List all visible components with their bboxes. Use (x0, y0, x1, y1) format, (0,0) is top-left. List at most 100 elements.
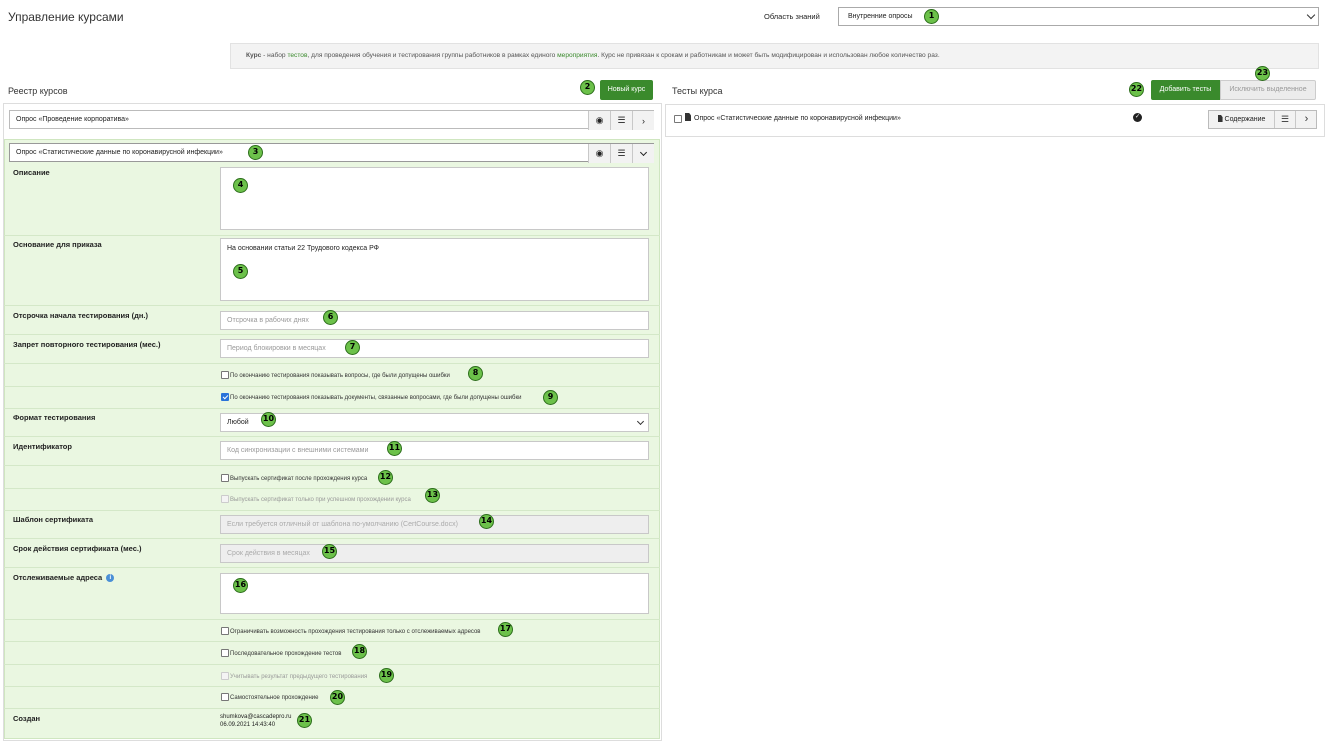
add-tests-button[interactable]: Добавить тесты (1151, 80, 1220, 100)
show-mistakes-label: По окончанию тестирования показывать воп… (230, 373, 450, 379)
chevron-down-icon (1306, 10, 1316, 20)
knowledge-area-select[interactable]: Внутренние опросы (838, 7, 1319, 26)
show-docs-checkbox[interactable] (221, 393, 229, 401)
cert-template-label: Шаблон сертификата (13, 515, 94, 524)
document-icon: ☰ (1280, 114, 1290, 124)
tests-title: Тесты курса (672, 86, 723, 96)
course-row-selected[interactable]: Опрос «Статистические данные по коронави… (9, 143, 654, 163)
order-basis-field[interactable]: На основании статьи 22 Трудового кодекса… (220, 238, 649, 301)
content-button[interactable]: Содержание (1209, 111, 1275, 128)
doc-button[interactable]: ☰ (610, 111, 632, 130)
collapse-button[interactable] (632, 144, 654, 163)
annotation-badge: 21 (297, 713, 312, 728)
annotation-badge: 2 (580, 80, 595, 95)
info-text-2: , для проведения обучения и тестирования… (307, 52, 558, 59)
identifier-input[interactable]: Код синхронизации с внешними системами (220, 441, 649, 460)
show-mistakes-checkbox[interactable] (221, 371, 229, 379)
tracked-addresses-label: Отслеживаемые адреса i (13, 573, 115, 583)
annotation-badge: 18 (352, 644, 367, 659)
show-docs-label: По окончанию тестирования показывать док… (230, 395, 522, 401)
created-label: Создан (13, 714, 41, 723)
doc-button[interactable]: ☰ (610, 144, 632, 163)
format-value: Любой (227, 419, 249, 426)
new-course-button[interactable]: Новый курс (600, 80, 653, 100)
document-icon: ☰ (617, 115, 626, 125)
test-select-checkbox[interactable] (674, 115, 682, 123)
retest-ban-input[interactable]: Период блокировки в месяцах (220, 339, 649, 358)
chevron-right-icon: › (1304, 113, 1309, 125)
consider-previous-checkbox[interactable] (221, 672, 229, 680)
registry-title: Реестр курсов (8, 86, 68, 96)
info-text-1: - набор (261, 52, 288, 59)
expand-button[interactable]: › (632, 111, 654, 130)
divider (4, 465, 660, 466)
tracked-addresses-field[interactable] (220, 573, 649, 614)
description-label: Описание (13, 168, 50, 177)
format-label: Формат тестирования (13, 413, 96, 422)
cert-success-checkbox[interactable] (221, 495, 229, 503)
restrict-addresses-label: Ограничивать возможность прохождения тес… (230, 629, 481, 635)
test-name: Опрос «Статистические данные по коронави… (694, 115, 901, 122)
eye-icon: ◉ (595, 115, 604, 125)
annotation-badge: 4 (233, 178, 248, 193)
divider (4, 619, 660, 620)
divider (4, 708, 660, 709)
annotation-badge: 16 (233, 578, 248, 593)
annotation-badge: 5 (233, 264, 248, 279)
consider-previous-label: Учитывать результат предыдущего тестиров… (230, 674, 368, 680)
delay-input[interactable]: Отсрочка в рабочих днях (220, 311, 649, 330)
divider (4, 567, 660, 568)
course-row[interactable]: Опрос «Проведение корпоратива» ◉ ☰ › (9, 110, 654, 130)
sequential-checkbox[interactable] (221, 649, 229, 657)
cert-issue-label: Выпускать сертификат после прохождения к… (230, 476, 368, 482)
order-basis-label: Основание для приказа (13, 240, 102, 249)
chevron-right-icon: › (642, 115, 645, 126)
description-field[interactable] (220, 167, 649, 230)
annotation-badge: 11 (387, 441, 402, 456)
format-select[interactable]: Любой (220, 413, 649, 432)
annotation-badge: 17 (498, 622, 513, 637)
info-icon[interactable]: i (106, 574, 115, 583)
divider (4, 488, 660, 489)
divider (4, 363, 660, 364)
cert-validity-input[interactable]: Срок действия в месяцах (220, 544, 649, 563)
annotation-badge: 12 (378, 470, 393, 485)
eye-icon: ◉ (595, 148, 604, 158)
cert-issue-checkbox[interactable] (221, 474, 229, 482)
annotation-badge: 15 (322, 544, 337, 559)
delay-label: Отсрочка начала тестирования (дн.) (13, 311, 148, 320)
cert-template-input[interactable]: Если требуется отличный от шаблона по-ум… (220, 515, 649, 534)
document-icon: ☰ (617, 148, 626, 158)
file-icon (1217, 115, 1223, 122)
tracked-addresses-text: Отслеживаемые адреса (13, 573, 103, 582)
cert-validity-label: Срок действия сертификата (мес.) (13, 544, 142, 553)
info-link-tests[interactable]: тестов (287, 52, 307, 59)
identifier-label: Идентификатор (13, 442, 72, 451)
chevron-down-icon (639, 148, 648, 156)
annotation-badge: 6 (323, 310, 338, 325)
divider (4, 664, 660, 665)
doc-button[interactable]: ☰ (1275, 111, 1296, 128)
annotation-badge: 19 (379, 668, 394, 683)
knowledge-area-label: Область знаний (764, 12, 820, 21)
divider (4, 408, 660, 409)
annotation-badge: 7 (345, 340, 360, 355)
annotation-badge: 20 (330, 690, 345, 705)
info-bar: Курс - набор тестов, для проведения обуч… (230, 43, 1319, 69)
view-button[interactable]: ◉ (588, 144, 610, 163)
exclude-selected-button[interactable]: Исключить выделенное (1220, 80, 1316, 100)
info-link-events[interactable]: мероприятия (557, 52, 597, 59)
self-paced-checkbox[interactable] (221, 693, 229, 701)
expand-button[interactable]: › (1296, 111, 1317, 128)
annotation-badge: 13 (425, 488, 440, 503)
restrict-addresses-checkbox[interactable] (221, 627, 229, 635)
annotation-badge: 1 (924, 9, 939, 24)
knowledge-area-value: Внутренние опросы (848, 13, 913, 20)
divider (4, 305, 660, 306)
course-name: Опрос «Статистические данные по коронави… (16, 149, 223, 156)
created-date: 06.09.2021 14:43:40 (220, 722, 276, 728)
view-button[interactable]: ◉ (588, 111, 610, 130)
annotation-badge: 10 (261, 412, 276, 427)
divider (4, 436, 660, 437)
chevron-down-icon (636, 417, 645, 426)
